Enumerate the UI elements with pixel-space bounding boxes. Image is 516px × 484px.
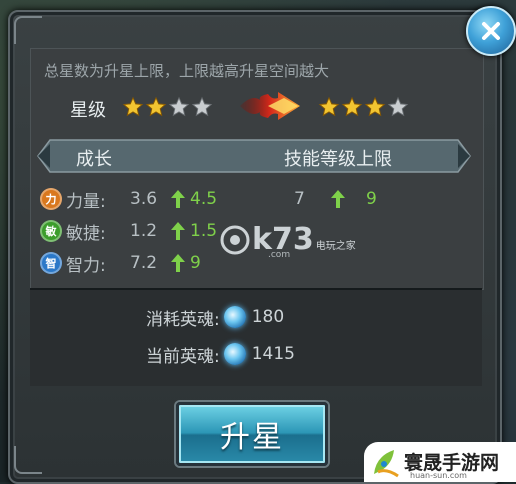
owned-row: 当前英魂: 1415 <box>146 341 295 367</box>
cost-panel <box>30 288 482 386</box>
upgrade-star-button[interactable]: 升星 <box>176 402 328 466</box>
star-filled-icon <box>341 96 363 118</box>
fire-arrow-icon <box>240 92 300 120</box>
stat-row-agility: 敏 敏捷: 1.2 1.5 <box>40 219 218 244</box>
stat-row-intellect: 智 智力: 7.2 9 <box>40 251 201 276</box>
stat-name: 智力: <box>66 255 106 276</box>
cost-label: 消耗英魂: <box>146 309 220 330</box>
close-icon <box>482 22 500 40</box>
cost-value: 180 <box>251 307 285 327</box>
strength-icon: 力 <box>40 188 62 210</box>
frame-ornament <box>14 16 42 44</box>
stat-next: 9 <box>190 253 201 273</box>
cost-row: 消耗英魂: 180 <box>146 304 284 330</box>
star-empty-icon <box>168 96 190 118</box>
close-button[interactable] <box>466 6 516 56</box>
k73-url: .com <box>268 250 291 260</box>
up-arrow-icon <box>171 254 185 272</box>
growth-header: 成长 <box>76 149 112 170</box>
star-level-label: 星级 <box>70 100 106 121</box>
intellect-icon: 智 <box>40 252 62 274</box>
stat-current: 7.2 <box>130 253 158 273</box>
star-filled-icon <box>318 96 340 118</box>
stat-next: 4.5 <box>190 189 218 209</box>
owned-value: 1415 <box>251 344 295 364</box>
gamepad-logo-icon <box>220 225 250 254</box>
up-arrow-icon <box>331 190 345 208</box>
star-filled-icon <box>122 96 144 118</box>
site-url: huan-sun.com <box>410 471 467 480</box>
next-star-rating <box>318 96 409 118</box>
stat-current: 3.6 <box>130 189 158 209</box>
star-empty-icon <box>387 96 409 118</box>
star-empty-icon <box>191 96 213 118</box>
upgrade-hint: 总星数为升星上限，上限越高升星空间越大 <box>44 62 330 80</box>
skill-cap-header: 技能等级上限 <box>284 149 392 170</box>
skill-level-current: 7 <box>294 189 305 209</box>
owned-label: 当前英魂: <box>146 346 220 367</box>
agility-icon: 敏 <box>40 220 62 242</box>
star-filled-icon <box>145 96 167 118</box>
up-arrow-icon <box>171 222 185 240</box>
up-arrow-icon <box>171 190 185 208</box>
soul-orb-icon <box>223 306 246 328</box>
frame-ornament <box>14 446 42 474</box>
stat-name: 力量: <box>66 191 106 212</box>
stat-name: 敏捷: <box>66 223 106 244</box>
stat-next: 1.5 <box>190 221 218 241</box>
stat-current: 1.2 <box>130 221 158 241</box>
stat-row-strength: 力 力量: 3.6 4.5 <box>40 187 218 212</box>
leaf-logo-icon <box>374 450 399 478</box>
star-filled-icon <box>364 96 386 118</box>
skill-level-next: 9 <box>366 189 377 209</box>
soul-orb-icon <box>223 343 246 365</box>
current-star-rating <box>122 96 213 118</box>
